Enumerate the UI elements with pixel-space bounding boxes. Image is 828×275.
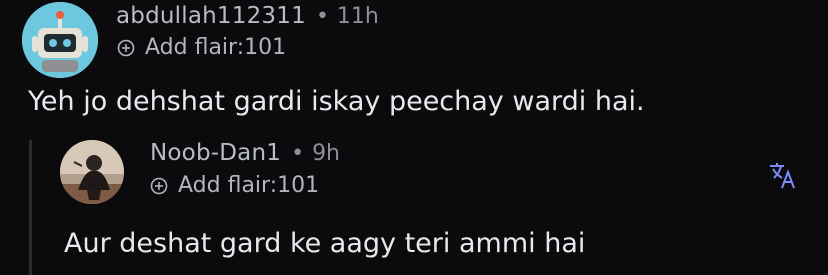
plus-circle-icon: [150, 177, 168, 194]
timestamp: 9h: [312, 140, 341, 166]
comment-thread: abdullah112311 • 11h Add flair:101 Yeh j…: [0, 0, 828, 275]
timestamp: 11h: [336, 3, 379, 29]
thread-line[interactable]: [29, 140, 32, 275]
add-flair-button[interactable]: Add flair:101: [150, 173, 319, 198]
comment-body: Aur deshat gard ke aagy teri ammi hai: [64, 228, 586, 259]
translate-icon: [770, 163, 795, 189]
add-flair-button[interactable]: Add flair:101: [117, 35, 286, 60]
user-avatar[interactable]: [60, 140, 124, 204]
username[interactable]: abdullah112311: [116, 3, 306, 29]
plus-circle-icon: [117, 39, 135, 56]
user-avatar[interactable]: [22, 2, 98, 78]
separator-dot: •: [315, 3, 329, 29]
separator-dot: •: [291, 140, 305, 166]
comment-meta: Noob-Dan1 • 9h: [150, 140, 340, 166]
username[interactable]: Noob-Dan1: [150, 140, 281, 166]
translate-button[interactable]: [768, 160, 798, 190]
add-flair-label: Add flair:101: [178, 173, 320, 198]
add-flair-label: Add flair:101: [145, 35, 287, 60]
comment-body: Yeh jo dehshat gardi iskay peechay wardi…: [28, 86, 645, 117]
profile-photo-icon: [60, 140, 124, 204]
comment-meta: abdullah112311 • 11h: [116, 3, 379, 29]
robot-avatar-icon: [22, 2, 98, 78]
